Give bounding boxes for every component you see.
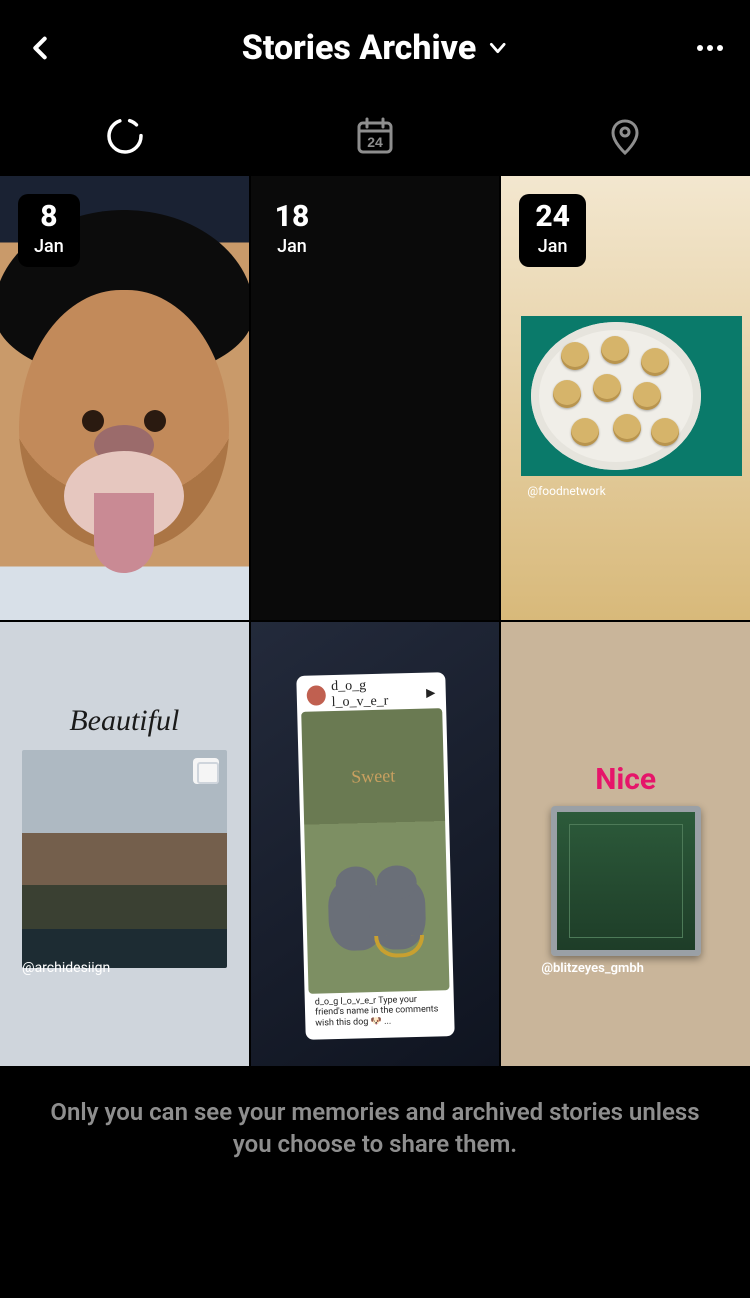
story-date-month: Jan (275, 236, 310, 257)
svg-text:24: 24 (367, 134, 383, 150)
story-credit: @blitzeyes_gmbh (541, 961, 644, 976)
repost-caption: d_o_g l_o_v_e_r Type your friend's name … (308, 990, 450, 1036)
header: Stories Archive (0, 0, 750, 96)
story-image-content: Sweet (301, 708, 449, 993)
story-caption: Sweet (302, 764, 443, 789)
story-date-badge: 18 Jan (269, 194, 316, 265)
story-tile[interactable]: Beautiful @archidesiign (0, 622, 249, 1066)
tab-calendar[interactable]: 24 (250, 115, 500, 157)
story-date-day: 24 (535, 202, 570, 232)
location-pin-icon (606, 117, 644, 155)
avatar (306, 685, 325, 705)
more-options-button[interactable] (690, 28, 730, 68)
story-image-content (22, 750, 227, 968)
story-credit: @foodnetwork (527, 484, 605, 498)
story-date-badge: 24 Jan (519, 194, 586, 267)
story-date-badge: 8 Jan (18, 194, 80, 267)
story-tile[interactable]: Nice @blitzeyes_gmbh (501, 622, 750, 1066)
story-date-month: Jan (34, 236, 64, 257)
archive-title-dropdown[interactable]: Stories Archive (242, 28, 509, 68)
stories-grid: 8 Jan 18 Jan @foodnetwork 2 (0, 176, 750, 1066)
chevron-left-icon (26, 34, 54, 62)
carousel-icon (193, 758, 219, 784)
story-image-content (551, 806, 701, 956)
story-image-content (19, 290, 229, 550)
stories-ring-icon (105, 116, 145, 156)
archive-privacy-note: Only you can see your memories and archi… (0, 1096, 750, 1161)
story-tile[interactable]: d_o_g l_o_v_e_r ▶ Sweet d_o_g l_o_v_e_r … (251, 622, 500, 1066)
story-date-month: Jan (535, 236, 570, 257)
tab-stories[interactable] (0, 116, 250, 156)
story-credit: @archidesiign (22, 960, 110, 976)
calendar-icon: 24 (354, 115, 396, 157)
story-date-day: 8 (34, 202, 64, 232)
page-title: Stories Archive (242, 28, 477, 68)
play-icon: ▶ (426, 685, 436, 699)
archive-view-tabs: 24 (0, 96, 750, 176)
story-image-content (521, 316, 742, 476)
story-date-day: 18 (275, 202, 310, 232)
story-repost-card: d_o_g l_o_v_e_r ▶ Sweet d_o_g l_o_v_e_r … (296, 672, 454, 1040)
story-caption: Nice (501, 762, 750, 797)
story-tile[interactable]: @foodnetwork 24 Jan (501, 176, 750, 620)
story-caption: Beautiful (0, 704, 249, 738)
story-tile[interactable]: 18 Jan (251, 176, 500, 620)
tab-location[interactable] (500, 117, 750, 155)
chevron-down-icon (486, 37, 508, 59)
story-tile[interactable]: 8 Jan (0, 176, 249, 620)
repost-username: d_o_g l_o_v_e_r (331, 677, 421, 711)
back-button[interactable] (20, 28, 60, 68)
